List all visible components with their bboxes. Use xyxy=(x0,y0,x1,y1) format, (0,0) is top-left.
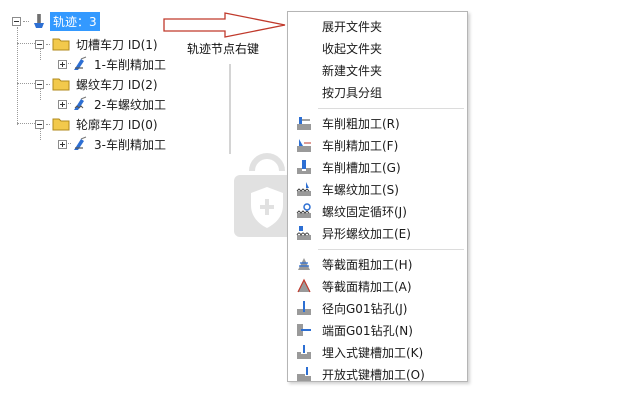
annotation-arrow xyxy=(163,12,286,38)
menu-item-thread-cycle[interactable]: 螺纹固定循环(J) xyxy=(288,200,467,222)
tree-folder-label: 螺纹车刀 ID(2) xyxy=(76,77,158,92)
menu-item-collapse-folder[interactable]: 收起文件夹 xyxy=(288,37,467,59)
menu-item-label: 开放式键槽加工(O) xyxy=(322,367,425,382)
expand-toggle[interactable] xyxy=(58,59,67,69)
turning-tool-icon xyxy=(74,56,87,70)
menu-item-label: 收起文件夹 xyxy=(322,41,383,56)
thread-tool-icon xyxy=(74,96,87,110)
menu-item-label: 车削精加工(F) xyxy=(322,138,399,153)
menu-item-face-drill[interactable]: 端面G01钻孔(N) xyxy=(288,319,467,341)
tree-folder-node[interactable]: 轮廓车刀 ID(0) xyxy=(35,115,161,133)
menu-item-group-by-tool[interactable]: 按刀具分组 xyxy=(288,81,467,103)
menu-item-section-rough[interactable]: 等截面粗加工(H) xyxy=(288,253,467,275)
tree-root-label: 轨迹：3 xyxy=(50,11,100,31)
menu-item-finish-turning[interactable]: 车削精加工(F) xyxy=(288,134,467,156)
expand-toggle[interactable] xyxy=(58,139,67,149)
menu-item-label: 端面G01钻孔(N) xyxy=(322,323,413,338)
tree-folder-node[interactable]: 切槽车刀 ID(1) xyxy=(35,35,161,53)
menu-item-special-thread[interactable]: 异形螺纹加工(E) xyxy=(288,222,467,244)
folder-icon xyxy=(52,118,70,131)
collapse-toggle[interactable] xyxy=(35,119,44,129)
open-keyway-icon xyxy=(297,367,311,381)
thread-turning-icon xyxy=(296,182,311,196)
menu-item-label: 车螺纹加工(S) xyxy=(322,182,399,197)
menu-item-label: 等截面精加工(A) xyxy=(322,279,412,294)
menu-item-label: 车削槽加工(G) xyxy=(322,160,401,175)
tree-folder-label: 切槽车刀 ID(1) xyxy=(76,37,158,52)
menu-item-label: 径向G01钻孔(J) xyxy=(322,301,408,316)
context-menu: 展开文件夹 收起文件夹 新建文件夹 按刀具分组 车削粗加工(R) 车削精加工(F… xyxy=(287,11,468,382)
annotation-text: 轨迹节点右键 xyxy=(187,42,260,56)
section-rough-icon xyxy=(298,258,310,270)
folder-icon xyxy=(52,78,70,91)
menu-item-open-keyway[interactable]: 开放式键槽加工(O) xyxy=(288,363,467,385)
collapse-toggle[interactable] xyxy=(35,79,44,89)
menu-item-label: 展开文件夹 xyxy=(322,19,383,34)
groove-turning-icon xyxy=(297,160,311,174)
tree-trajectory-label: 2-车螺纹加工 xyxy=(94,97,166,112)
tree-trajectory-label: 3-车削精加工 xyxy=(94,137,166,152)
menu-item-label: 等截面粗加工(H) xyxy=(322,257,413,272)
tree-trajectory-node[interactable]: 3-车削精加工 xyxy=(58,135,169,153)
tree-trajectory-node[interactable]: 2-车螺纹加工 xyxy=(58,95,169,113)
face-drill-icon xyxy=(297,324,311,336)
turning-tool-icon xyxy=(74,136,87,150)
rough-turning-icon xyxy=(297,117,311,130)
menu-item-groove-turning[interactable]: 车削槽加工(G) xyxy=(288,156,467,178)
menu-item-label: 车削粗加工(R) xyxy=(322,116,400,131)
thread-cycle-icon xyxy=(296,203,311,218)
menu-separator xyxy=(318,108,464,109)
menu-item-label: 螺纹固定循环(J) xyxy=(322,204,407,219)
menu-item-radial-drill[interactable]: 径向G01钻孔(J) xyxy=(288,297,467,319)
radial-drill-icon xyxy=(297,301,311,315)
tree-trajectory-node[interactable]: 1-车削精加工 xyxy=(58,55,169,73)
menu-item-label: 新建文件夹 xyxy=(322,63,383,78)
expand-toggle[interactable] xyxy=(58,99,67,109)
tree-folder-label: 轮廓车刀 ID(0) xyxy=(76,117,158,132)
menu-separator xyxy=(318,249,464,250)
section-finish-icon xyxy=(297,278,311,293)
embedded-keyway-icon xyxy=(297,345,311,359)
tree-root-node[interactable]: 轨迹：3 xyxy=(12,11,100,31)
folder-icon xyxy=(52,38,70,51)
menu-item-embedded-keyway[interactable]: 埋入式键槽加工(K) xyxy=(288,341,467,363)
tree-trajectory-label: 1-车削精加工 xyxy=(94,57,166,72)
divider-line xyxy=(229,64,231,154)
finish-turning-icon xyxy=(297,139,311,152)
menu-item-section-finish[interactable]: 等截面精加工(A) xyxy=(288,275,467,297)
collapse-toggle[interactable] xyxy=(35,39,44,49)
menu-item-new-folder[interactable]: 新建文件夹 xyxy=(288,59,467,81)
menu-item-thread-turning[interactable]: 车螺纹加工(S) xyxy=(288,178,467,200)
menu-item-label: 埋入式键槽加工(K) xyxy=(322,345,424,360)
trajectory-icon xyxy=(34,14,44,28)
menu-item-expand-folder[interactable]: 展开文件夹 xyxy=(288,15,467,37)
menu-item-label: 按刀具分组 xyxy=(322,85,383,100)
collapse-toggle[interactable] xyxy=(12,16,21,26)
menu-item-label: 异形螺纹加工(E) xyxy=(322,226,411,241)
menu-item-rough-turning[interactable]: 车削粗加工(R) xyxy=(288,112,467,134)
tree-folder-node[interactable]: 螺纹车刀 ID(2) xyxy=(35,75,161,93)
special-thread-icon xyxy=(296,226,311,240)
